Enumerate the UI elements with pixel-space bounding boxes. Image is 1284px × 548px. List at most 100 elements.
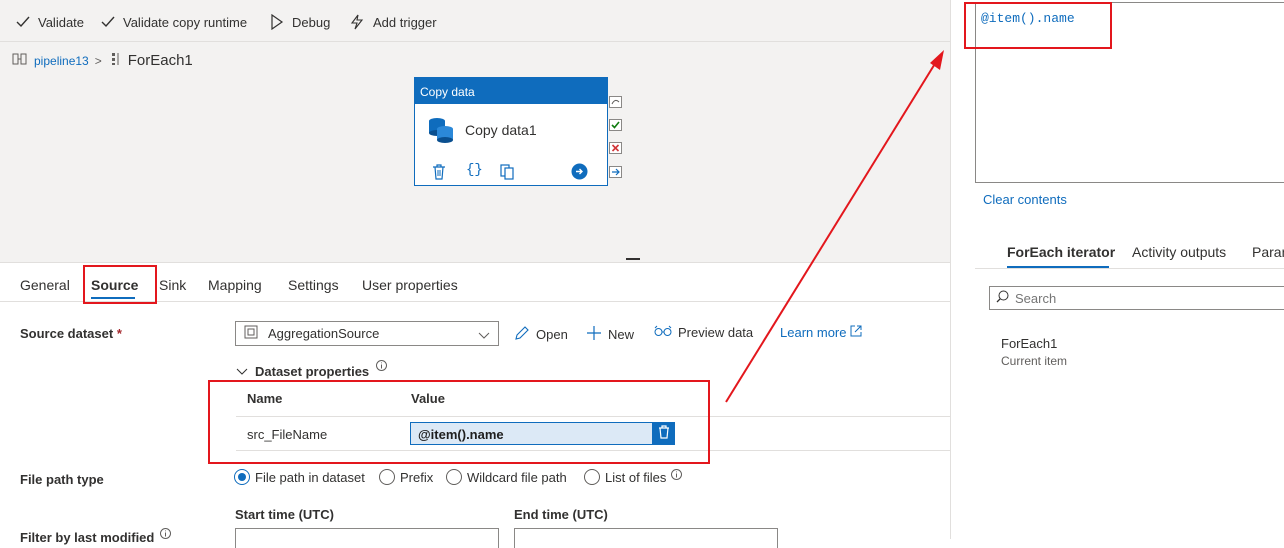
tab-settings[interactable]: Settings xyxy=(288,277,339,293)
play-icon xyxy=(270,14,284,30)
add-trigger-label: Add trigger xyxy=(373,14,437,30)
file-path-type-label: File path type xyxy=(20,472,104,487)
radio-label: List of files xyxy=(605,469,667,485)
database-icon xyxy=(427,116,455,147)
tab-foreach-iterator[interactable]: ForEach iterator xyxy=(1007,244,1115,260)
radio-icon xyxy=(584,469,600,485)
copy-data-activity[interactable]: Copy data Copy data1 {} xyxy=(414,77,608,186)
validate-button[interactable]: Validate xyxy=(16,12,84,32)
radio-label: Prefix xyxy=(400,469,434,485)
pencil-icon xyxy=(514,325,530,344)
end-time-label: End time (UTC) xyxy=(514,507,608,522)
plus-icon xyxy=(586,325,602,344)
debug-label: Debug xyxy=(292,14,331,30)
iterator-item-title[interactable]: ForEach1 xyxy=(1001,336,1057,351)
chevron-down-icon xyxy=(478,328,490,343)
table-row-value-input[interactable]: @item().name xyxy=(410,422,653,445)
search-input[interactable] xyxy=(1015,290,1265,306)
go-arrow-icon[interactable] xyxy=(571,163,588,183)
column-header-name: Name xyxy=(247,391,283,406)
tab-source-underline xyxy=(91,297,135,299)
radio-file-path-in-dataset[interactable]: File path in dataset xyxy=(234,469,365,485)
preview-data-button[interactable]: Preview data xyxy=(654,325,753,340)
open-button[interactable]: Open xyxy=(514,325,568,344)
breadcrumb: pipeline13 > ForEach1 xyxy=(12,52,193,69)
radio-icon xyxy=(379,469,395,485)
clear-contents-link[interactable]: Clear contents xyxy=(983,192,1067,207)
dataset-properties-label: Dataset properties xyxy=(255,364,370,379)
add-trigger-button[interactable]: Add trigger xyxy=(349,12,437,32)
tab-divider xyxy=(975,268,1284,269)
validate-copy-runtime-button[interactable]: Validate copy runtime xyxy=(101,12,247,32)
expression-builder-panel: @item().name Clear contents ForEach iter… xyxy=(950,0,1284,539)
column-header-value: Value xyxy=(411,391,445,406)
expression-text: @item().name xyxy=(981,11,1075,26)
completion-connector-icon[interactable] xyxy=(609,166,622,181)
activity-name: Copy data1 xyxy=(465,122,537,138)
validate-copy-runtime-label: Validate copy runtime xyxy=(123,14,248,30)
foreach-icon xyxy=(110,52,122,69)
filter-by-last-modified-label: Filter by last modified xyxy=(20,527,171,545)
dataset-icon xyxy=(244,325,258,342)
breadcrumb-separator: > xyxy=(94,53,102,68)
glasses-icon xyxy=(654,325,672,340)
radio-icon xyxy=(446,469,462,485)
tab-mapping[interactable]: Mapping xyxy=(208,277,262,293)
table-divider xyxy=(236,416,950,417)
source-dataset-label: Source dataset * xyxy=(20,326,122,341)
open-label: Open xyxy=(536,327,568,342)
external-link-icon xyxy=(850,325,862,340)
tab-activity-outputs[interactable]: Activity outputs xyxy=(1132,244,1226,260)
delete-icon[interactable] xyxy=(432,164,446,183)
start-time-label: Start time (UTC) xyxy=(235,507,334,522)
source-dataset-value: AggregationSource xyxy=(268,326,380,341)
breadcrumb-pipeline-link[interactable]: pipeline13 xyxy=(34,54,89,68)
tab-sink[interactable]: Sink xyxy=(159,277,186,293)
pipeline-icon xyxy=(12,53,28,68)
info-icon xyxy=(376,359,388,374)
search-box[interactable] xyxy=(989,286,1284,310)
radio-prefix[interactable]: Prefix xyxy=(379,469,433,485)
search-icon xyxy=(996,290,1009,306)
radio-label: Wildcard file path xyxy=(467,469,567,485)
pipeline-editor: Validate Validate copy runtime Debug Add… xyxy=(0,0,950,548)
success-connector-icon[interactable] xyxy=(609,119,622,134)
dataset-properties-toggle[interactable]: Dataset properties xyxy=(236,360,388,379)
tab-parameters[interactable]: Param xyxy=(1252,244,1284,260)
expression-editor[interactable]: @item().name xyxy=(975,2,1284,183)
trash-icon xyxy=(658,425,670,442)
skip-connector-icon[interactable] xyxy=(609,96,622,111)
new-label: New xyxy=(608,327,635,342)
new-button[interactable]: New xyxy=(586,325,634,344)
tab-general[interactable]: General xyxy=(20,277,70,293)
checkmark-icon xyxy=(101,15,115,29)
radio-wildcard-file-path[interactable]: Wildcard file path xyxy=(446,469,567,485)
info-icon xyxy=(671,468,683,483)
code-icon[interactable]: {} xyxy=(466,162,483,178)
delete-value-button[interactable] xyxy=(653,422,675,445)
debug-button[interactable]: Debug xyxy=(270,12,330,32)
failure-connector-icon[interactable] xyxy=(609,142,622,157)
learn-more-link[interactable]: Learn more xyxy=(780,325,862,340)
learn-more-label: Learn more xyxy=(780,325,847,340)
info-icon xyxy=(159,527,171,542)
validate-label: Validate xyxy=(38,14,85,30)
preview-data-label: Preview data xyxy=(678,325,754,340)
end-time-input[interactable] xyxy=(514,528,778,548)
start-time-input[interactable] xyxy=(235,528,499,548)
breadcrumb-current: ForEach1 xyxy=(127,52,193,69)
table-row-name: src_FileName xyxy=(247,427,328,442)
tab-source[interactable]: Source xyxy=(91,277,138,293)
copy-icon[interactable] xyxy=(500,164,514,183)
checkmark-icon xyxy=(16,15,30,29)
activity-header: Copy data xyxy=(415,78,607,104)
iterator-item-subtitle: Current item xyxy=(1001,354,1068,368)
pipeline-canvas[interactable]: pipeline13 > ForEach1 Copy data Copy dat… xyxy=(0,42,950,262)
tab-user-properties[interactable]: User properties xyxy=(362,277,458,293)
resize-handle[interactable] xyxy=(626,258,640,260)
source-dataset-select[interactable]: AggregationSource xyxy=(235,321,499,346)
radio-list-of-files[interactable]: List of files xyxy=(584,468,683,485)
toolbar: Validate Validate copy runtime Debug Add… xyxy=(0,0,950,42)
lightning-icon xyxy=(349,14,365,30)
table-divider xyxy=(236,450,950,451)
